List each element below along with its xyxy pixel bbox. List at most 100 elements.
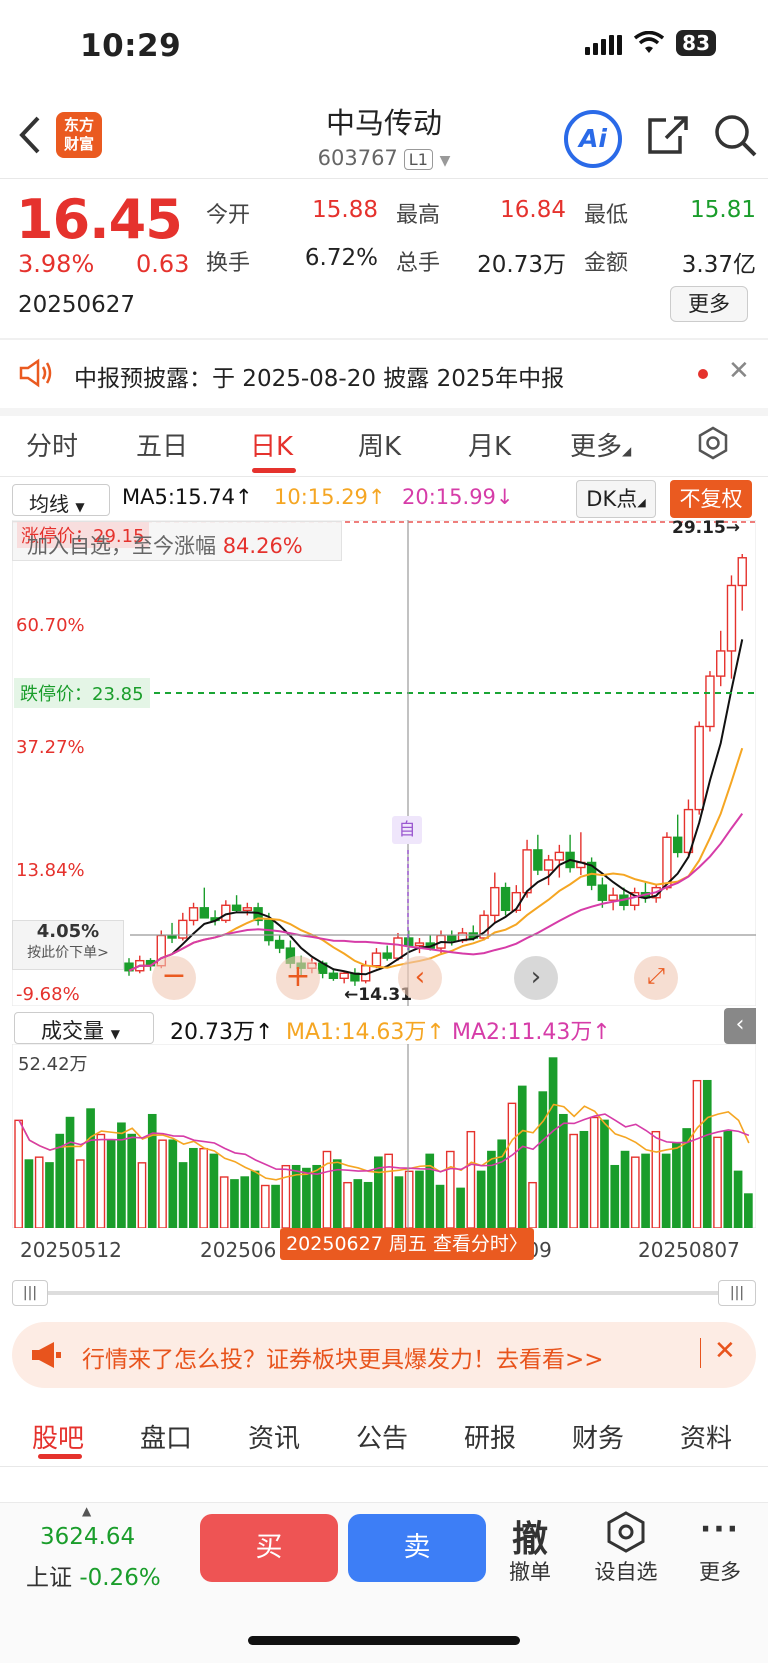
tab-active-indicator bbox=[252, 468, 296, 473]
candle-body bbox=[167, 934, 177, 939]
fullscreen-icon[interactable]: ⤢ bbox=[634, 956, 678, 1000]
volume-bar bbox=[394, 1176, 404, 1228]
volume-bar bbox=[517, 1085, 527, 1228]
volume-bar bbox=[14, 1119, 23, 1228]
share-icon[interactable] bbox=[646, 112, 690, 158]
megaphone-icon bbox=[32, 1342, 61, 1368]
more-dots-icon[interactable]: ··· bbox=[680, 1512, 760, 1547]
zoom-in-button[interactable]: + bbox=[276, 956, 320, 1000]
volume-bar bbox=[353, 1179, 363, 1228]
max-price-label: 29.15→ bbox=[672, 518, 741, 538]
volume-bar bbox=[271, 1184, 280, 1228]
sell-button[interactable]: 卖 bbox=[348, 1514, 486, 1582]
volume-bar bbox=[219, 1176, 229, 1228]
date-label-1: 20250512 bbox=[20, 1238, 122, 1262]
ai-assistant-button[interactable]: Ai bbox=[564, 110, 622, 168]
tab-announcements[interactable]: 公告 bbox=[356, 1418, 408, 1455]
volume-bar bbox=[661, 1153, 671, 1228]
volume-bar bbox=[75, 1159, 85, 1228]
notice-close-button[interactable]: ✕ bbox=[728, 356, 750, 386]
notice-text[interactable]: 中报预披露：于 2025-08-20 披露 2025年中报 bbox=[74, 359, 564, 393]
volume-bar bbox=[569, 1133, 578, 1228]
tab-month-k[interactable]: 月K bbox=[468, 426, 511, 463]
add-watchlist-label[interactable]: 设自选 bbox=[586, 1556, 666, 1586]
volume-bar bbox=[445, 1150, 455, 1228]
promo-text[interactable]: 行情来了怎么投？证券板块更具爆发力！去看看>> bbox=[82, 1340, 604, 1374]
range-right-handle[interactable]: ||| bbox=[718, 1280, 756, 1306]
volume-bar bbox=[250, 1170, 260, 1228]
bottom-tab-active-indicator bbox=[38, 1454, 82, 1459]
candle-body bbox=[490, 886, 500, 917]
range-left-handle[interactable]: ||| bbox=[12, 1280, 48, 1306]
volume-bar bbox=[404, 1170, 414, 1228]
search-icon[interactable] bbox=[712, 112, 758, 158]
tab-profile[interactable]: 资料 bbox=[680, 1418, 732, 1455]
tab-research[interactable]: 研报 bbox=[464, 1418, 516, 1455]
volume-indicator-select[interactable]: 成交量 ▼ bbox=[14, 1012, 154, 1044]
collapse-panel-button[interactable]: ‹ bbox=[724, 1008, 756, 1044]
candle-body bbox=[716, 650, 726, 677]
turnover-label: 换手 bbox=[206, 251, 251, 276]
promo-close-button[interactable]: ✕ bbox=[714, 1336, 736, 1366]
speaker-icon bbox=[19, 358, 52, 388]
crosshair-date-tip[interactable]: 20250627 周五 查看分时〉 bbox=[280, 1228, 534, 1260]
volume-value: 20.73万 bbox=[477, 252, 566, 278]
settings-gear-icon[interactable] bbox=[696, 426, 730, 460]
volume-bar bbox=[435, 1184, 445, 1228]
more-label[interactable]: 更多 bbox=[680, 1556, 760, 1586]
self-select-marker[interactable]: 自 bbox=[392, 816, 422, 844]
cancel-order-icon[interactable]: 撤 bbox=[490, 1510, 570, 1562]
scroll-right-button[interactable]: › bbox=[514, 956, 558, 1000]
buy-button[interactable]: 买 bbox=[200, 1514, 338, 1582]
level-60-label: 60.70% bbox=[16, 615, 85, 636]
tab-news[interactable]: 资讯 bbox=[248, 1418, 300, 1455]
tab-finance[interactable]: 财务 bbox=[572, 1418, 624, 1455]
candle-body bbox=[500, 886, 511, 912]
scroll-left-button[interactable]: ‹ bbox=[398, 956, 442, 1000]
volume-bar bbox=[199, 1147, 208, 1228]
notice-divider bbox=[0, 408, 768, 416]
tab-more[interactable]: 更多◢ bbox=[570, 426, 631, 463]
tabs-divider bbox=[0, 476, 768, 477]
add-watchlist-icon[interactable] bbox=[604, 1510, 648, 1554]
volume-bar bbox=[96, 1133, 106, 1228]
low-value: 15.81 bbox=[690, 197, 756, 223]
volume-bar bbox=[620, 1150, 630, 1228]
zoom-out-button[interactable]: − bbox=[152, 956, 196, 1000]
expand-index-icon[interactable]: ▲ bbox=[82, 1504, 91, 1518]
tab-five-day[interactable]: 五日 bbox=[136, 426, 188, 463]
volume-bar bbox=[189, 1147, 198, 1228]
tab-week-k[interactable]: 周K bbox=[358, 426, 401, 463]
volume-bar bbox=[476, 1170, 486, 1228]
watch-return-pct: 84.26% bbox=[222, 534, 303, 558]
volume-bar bbox=[240, 1176, 250, 1228]
volume-label: 总手 bbox=[396, 251, 441, 276]
wifi-icon bbox=[634, 31, 665, 53]
tab-guba[interactable]: 股吧 bbox=[32, 1418, 84, 1455]
volume-bar bbox=[137, 1162, 147, 1228]
no-adjust-button[interactable]: 不复权 bbox=[670, 480, 752, 518]
amount-value: 3.37亿 bbox=[681, 252, 756, 278]
range-scrollbar[interactable]: ||| ||| bbox=[12, 1280, 756, 1306]
tab-pankou[interactable]: 盘口 bbox=[140, 1418, 192, 1455]
candle-body bbox=[597, 884, 608, 901]
dk-point-button[interactable]: DK点◢ bbox=[576, 480, 656, 518]
tab-day-k[interactable]: 日K bbox=[250, 426, 293, 463]
ma20-value: 20:15.99↓ bbox=[402, 485, 514, 509]
indicator-select[interactable]: 均线 ▼ bbox=[12, 484, 110, 516]
tab-intraday[interactable]: 分时 bbox=[26, 426, 78, 463]
volume-bar bbox=[209, 1153, 219, 1228]
open-label: 今开 bbox=[206, 203, 251, 228]
candle-body bbox=[543, 859, 554, 871]
candle-body bbox=[447, 934, 457, 942]
index-change[interactable]: 上证 -0.26% bbox=[26, 1558, 161, 1592]
index-value[interactable]: 3624.64 bbox=[40, 1524, 135, 1550]
crosshair-price-tag[interactable]: 4.05% 按此价下单> bbox=[12, 920, 124, 970]
volume-bar bbox=[744, 1193, 753, 1228]
level-37-label: 37.27% bbox=[16, 737, 85, 758]
volume-bar bbox=[589, 1116, 599, 1228]
more-quote-button[interactable]: 更多 bbox=[670, 286, 748, 322]
cancel-order-label[interactable]: 撤单 bbox=[490, 1556, 570, 1586]
volume-bar bbox=[487, 1150, 496, 1228]
battery-icon: 83 bbox=[676, 30, 716, 56]
